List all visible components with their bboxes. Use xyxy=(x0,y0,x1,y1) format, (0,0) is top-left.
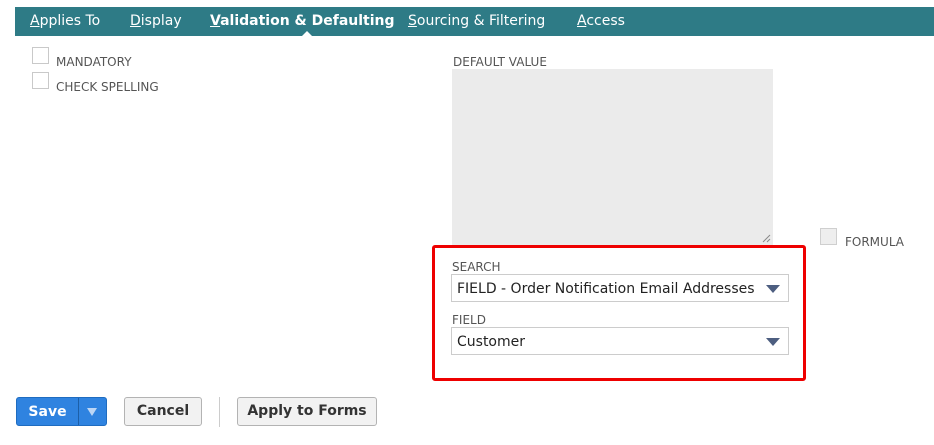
field-select[interactable]: Customer xyxy=(451,327,789,355)
tab-accel: D xyxy=(130,13,141,29)
tab-label: ourcing & Filtering xyxy=(416,13,546,29)
save-menu-dropdown[interactable] xyxy=(79,398,106,425)
tab-label: ccess xyxy=(586,13,625,29)
search-select-value: FIELD - Order Notification Email Address… xyxy=(457,281,755,297)
tab-accel: A xyxy=(30,13,40,29)
tab-accel: V xyxy=(210,13,221,29)
dropdown-arrow-icon xyxy=(766,338,780,346)
field-label: FIELD xyxy=(452,313,486,327)
tab-label: alidation & Defaulting xyxy=(220,13,395,29)
search-label: SEARCH xyxy=(452,260,501,274)
default-value-textarea[interactable] xyxy=(452,69,773,245)
field-select-value: Customer xyxy=(457,334,526,350)
resize-grip-icon[interactable] xyxy=(761,233,771,243)
mandatory-checkbox[interactable] xyxy=(32,47,49,64)
apply-to-forms-button[interactable]: Apply to Forms xyxy=(237,397,377,426)
tab-validation-defaulting[interactable]: Validation & Defaulting xyxy=(210,13,395,30)
mandatory-label: MANDATORY xyxy=(56,55,132,69)
search-select[interactable]: FIELD - Order Notification Email Address… xyxy=(451,274,789,302)
tab-accel: A xyxy=(577,13,587,29)
check-spelling-label: CHECK SPELLING xyxy=(56,80,159,94)
tab-access[interactable]: Access xyxy=(577,13,625,30)
subtab-bar: Applies To Display Validation & Defaulti… xyxy=(15,7,934,37)
chevron-down-icon xyxy=(87,408,97,416)
default-value-label: DEFAULT VALUE xyxy=(453,55,547,69)
tab-applies-to[interactable]: Applies To xyxy=(30,13,100,30)
button-divider xyxy=(219,397,220,427)
dropdown-arrow-icon xyxy=(766,285,780,293)
save-button[interactable]: Save xyxy=(16,397,107,426)
tab-display[interactable]: Display xyxy=(130,13,182,30)
tab-label: pplies To xyxy=(39,13,101,29)
active-tab-indicator xyxy=(301,31,313,37)
save-button-label: Save xyxy=(28,404,67,420)
formula-checkbox[interactable] xyxy=(820,228,837,245)
tab-label: isplay xyxy=(140,13,182,29)
formula-label: FORMULA xyxy=(845,235,904,249)
cancel-button[interactable]: Cancel xyxy=(124,397,202,426)
tab-sourcing-filtering[interactable]: Sourcing & Filtering xyxy=(408,13,545,30)
check-spelling-checkbox[interactable] xyxy=(32,72,49,89)
tab-accel: S xyxy=(408,13,417,29)
